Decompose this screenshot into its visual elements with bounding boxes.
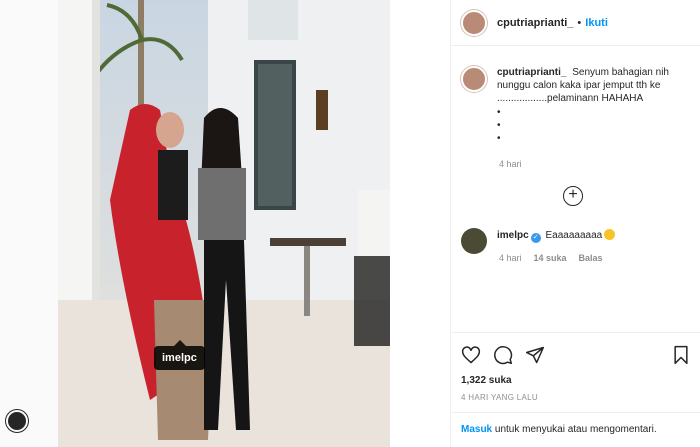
caption: cputriaprianti_ Senyum bahagian nih nung… <box>461 66 691 145</box>
comment-likes[interactable]: 14 suka <box>534 253 567 263</box>
background-page-strip <box>0 0 58 447</box>
photo-illustration <box>58 0 390 447</box>
follow-button[interactable]: Ikuti <box>585 17 608 29</box>
share-icon[interactable] <box>525 345 545 365</box>
load-more-comments-button[interactable]: + <box>563 186 583 206</box>
likes-count[interactable]: 1,322 suka <box>461 375 691 386</box>
post-side-panel: cputriaprianti_ • Ikuti cputriaprianti_ … <box>450 0 700 447</box>
reply-button[interactable]: Balas <box>579 253 603 263</box>
commenter-avatar[interactable] <box>461 228 487 254</box>
grinning-emoji-icon <box>604 229 616 240</box>
post-actions: 1,322 suka 4 HARI YANG LALU <box>451 332 700 402</box>
page-avatar[interactable] <box>6 410 28 432</box>
login-link[interactable]: Masuk <box>461 424 492 435</box>
comment-meta: 4 hari 14 suka Balas <box>499 253 603 263</box>
bookmark-icon[interactable] <box>671 345 691 365</box>
caption-username[interactable]: cputriaprianti_ <box>497 67 566 78</box>
comment-text: Eaaaaaaaaa <box>545 230 603 241</box>
comment-username[interactable]: imelpc <box>497 230 529 241</box>
user-tag[interactable]: imelpc <box>154 340 205 370</box>
author-username[interactable]: cputriaprianti_ <box>497 17 573 29</box>
comment-time[interactable]: 4 hari <box>499 253 522 263</box>
comment-body: imelpc ✓ Eaaaaaaaaa <box>497 228 616 254</box>
author-avatar[interactable] <box>461 9 487 36</box>
comment-icon[interactable] <box>493 345 513 365</box>
heart-icon[interactable] <box>461 345 481 365</box>
login-prompt-text: untuk menyukai atau mengomentari. <box>492 424 657 435</box>
caption-bullets: • • • <box>497 107 501 144</box>
caption-time[interactable]: 4 hari <box>499 159 522 169</box>
verified-badge-icon: ✓ <box>530 233 541 243</box>
action-icons <box>461 343 691 367</box>
post-date[interactable]: 4 HARI YANG LALU <box>461 393 691 402</box>
post-header: cputriaprianti_ • Ikuti <box>451 0 700 46</box>
caption-avatar[interactable] <box>461 66 487 92</box>
post-photo[interactable]: imelpc <box>58 0 390 447</box>
comment-item: imelpc ✓ Eaaaaaaaaa <box>461 228 691 254</box>
separator-dot: • <box>577 16 582 29</box>
caption-body: cputriaprianti_ Senyum bahagian nih nung… <box>497 66 691 145</box>
login-prompt: Masuk untuk menyukai atau mengomentari. <box>451 412 700 447</box>
